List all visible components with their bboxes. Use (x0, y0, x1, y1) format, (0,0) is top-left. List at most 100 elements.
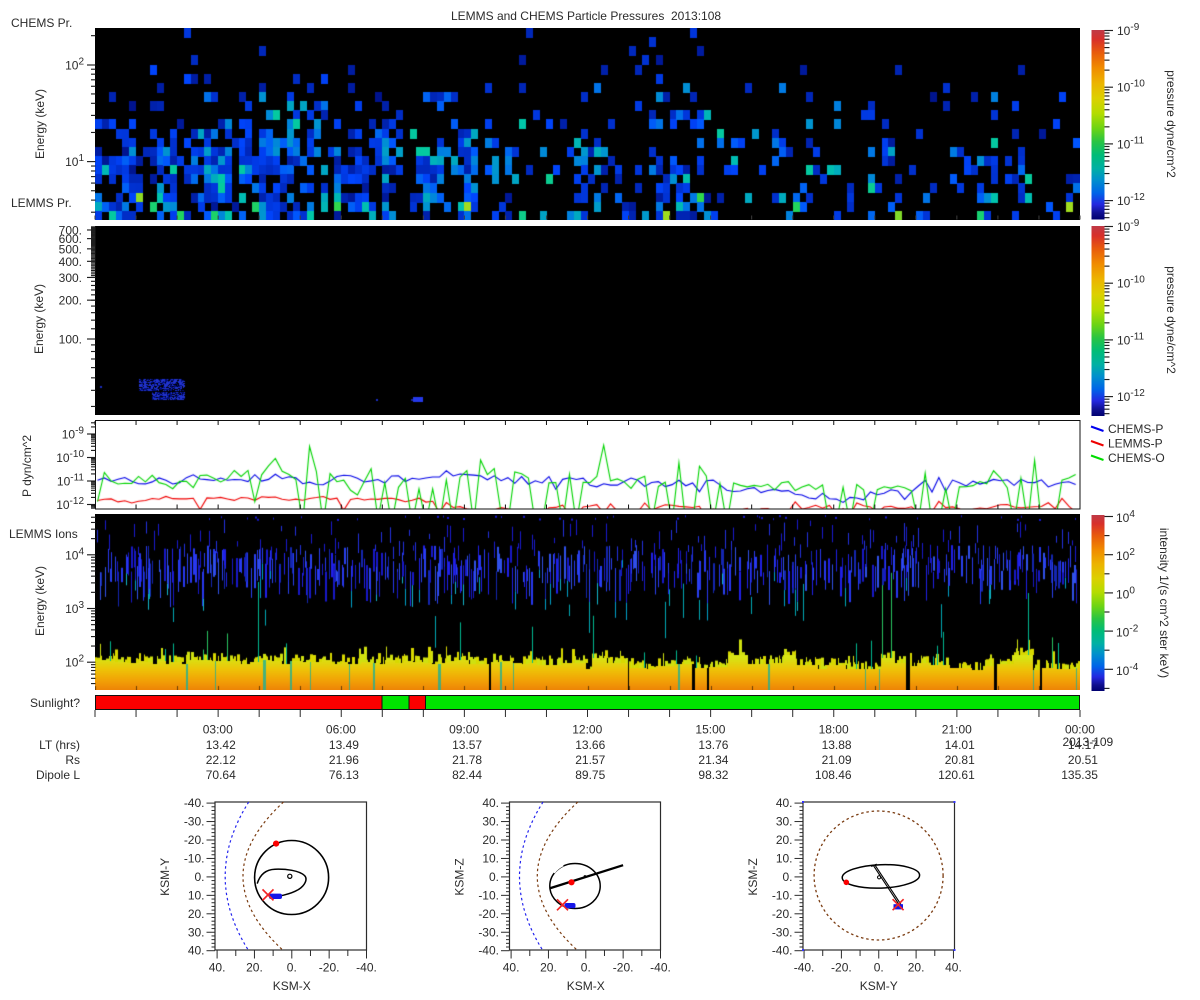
svg-text:P dyn/cm^2: P dyn/cm^2 (20, 435, 34, 497)
svg-text:102: 102 (65, 57, 84, 73)
svg-text:Energy (keV): Energy (keV) (33, 89, 47, 159)
svg-text:Dipole L: Dipole L (36, 768, 80, 782)
svg-text:700.: 700. (59, 223, 82, 237)
svg-text:82.44: 82.44 (452, 768, 482, 782)
svg-text:10-12: 10-12 (56, 496, 84, 512)
svg-text:10-11: 10-11 (1117, 135, 1145, 151)
svg-text:10-2: 10-2 (1116, 624, 1139, 640)
svg-text:10-10: 10-10 (1117, 79, 1145, 95)
svg-text:intensity 1/(s cm^2 ster keV): intensity 1/(s cm^2 ster keV) (1157, 528, 1171, 678)
svg-text:pressure dyne/cm^2: pressure dyne/cm^2 (1164, 70, 1178, 178)
svg-text:21.09: 21.09 (822, 753, 852, 767)
svg-text:40.: 40. (209, 961, 226, 975)
svg-text:-10.: -10. (772, 888, 793, 902)
svg-text:40.: 40. (776, 796, 793, 810)
svg-text:13.42: 13.42 (206, 738, 236, 752)
svg-text:10-12: 10-12 (1117, 388, 1145, 404)
svg-text:KSM-Y: KSM-Y (860, 979, 898, 993)
svg-text:-40.: -40. (356, 961, 377, 975)
svg-text:Rs: Rs (65, 753, 80, 767)
svg-text:LEMMS Pr.: LEMMS Pr. (11, 196, 72, 210)
svg-text:Sunlight?: Sunlight? (30, 696, 80, 710)
svg-text:10-9: 10-9 (1117, 22, 1140, 38)
svg-text:KSM-X: KSM-X (273, 979, 311, 993)
svg-text:0.: 0. (287, 961, 297, 975)
svg-text:98.32: 98.32 (698, 768, 728, 782)
svg-text:10-9: 10-9 (62, 426, 85, 442)
svg-text:15:00: 15:00 (695, 723, 725, 737)
svg-text:Energy (keV): Energy (keV) (32, 284, 46, 354)
svg-text:Energy (keV): Energy (keV) (33, 566, 47, 636)
svg-text:0.: 0. (782, 870, 792, 884)
svg-text:-10.: -10. (184, 851, 205, 865)
svg-text:09:00: 09:00 (449, 723, 479, 737)
svg-text:20.: 20. (482, 833, 499, 847)
svg-text:40.: 40. (503, 961, 520, 975)
svg-text:-30.: -30. (478, 925, 499, 939)
svg-text:101: 101 (65, 153, 84, 169)
svg-text:0.: 0. (874, 961, 884, 975)
svg-text:30.: 30. (776, 815, 793, 829)
svg-text:KSM-Z: KSM-Z (746, 858, 760, 895)
svg-text:CHEMS Pr.: CHEMS Pr. (11, 16, 72, 30)
svg-text:LEMMS Ions: LEMMS Ions (9, 527, 78, 541)
svg-text:103: 103 (65, 600, 84, 616)
svg-text:89.75: 89.75 (575, 768, 605, 782)
svg-text:-20.: -20. (831, 961, 852, 975)
svg-text:-20.: -20. (319, 961, 340, 975)
svg-text:00:00: 00:00 (1065, 723, 1095, 737)
svg-text:135.35: 135.35 (1061, 768, 1098, 782)
svg-text:10.: 10. (776, 851, 793, 865)
svg-text:13.76: 13.76 (698, 738, 728, 752)
svg-text:13.88: 13.88 (822, 738, 852, 752)
svg-text:100: 100 (1116, 585, 1135, 601)
svg-text:18:00: 18:00 (819, 723, 849, 737)
svg-text:22.12: 22.12 (206, 753, 236, 767)
svg-text:CHEMS-O: CHEMS-O (1108, 451, 1165, 465)
svg-text:-40.: -40. (184, 796, 205, 810)
svg-text:03:00: 03:00 (203, 723, 233, 737)
svg-text:40.: 40. (945, 961, 962, 975)
svg-text:200.: 200. (59, 294, 82, 308)
svg-text:-10.: -10. (478, 888, 499, 902)
svg-text:06:00: 06:00 (326, 723, 356, 737)
svg-text:108.46: 108.46 (815, 768, 852, 782)
svg-text:70.64: 70.64 (206, 768, 236, 782)
svg-text:pressure dyne/cm^2: pressure dyne/cm^2 (1164, 266, 1178, 374)
svg-text:KSM-Z: KSM-Z (453, 858, 467, 895)
svg-text:102: 102 (1116, 547, 1135, 563)
svg-text:100.: 100. (59, 333, 82, 347)
svg-text:21.57: 21.57 (575, 753, 605, 767)
svg-text:10-4: 10-4 (1116, 662, 1139, 678)
svg-text:10-10: 10-10 (1117, 275, 1145, 291)
svg-text:20.: 20. (776, 833, 793, 847)
svg-text:10-12: 10-12 (1117, 192, 1145, 208)
svg-text:20.: 20. (188, 907, 205, 921)
svg-text:10-9: 10-9 (1117, 218, 1140, 234)
svg-text:13.66: 13.66 (575, 738, 605, 752)
svg-text:LEMMS and CHEMS Particle Press: LEMMS and CHEMS Particle Pressures 2013:… (451, 9, 721, 23)
svg-text:21:00: 21:00 (942, 723, 972, 737)
svg-text:30.: 30. (188, 925, 205, 939)
svg-text:10.: 10. (482, 851, 499, 865)
svg-text:LT (hrs): LT (hrs) (39, 738, 80, 752)
svg-text:-30.: -30. (772, 925, 793, 939)
svg-text:14.17: 14.17 (1068, 738, 1098, 752)
svg-text:14.01: 14.01 (945, 738, 975, 752)
svg-text:40.: 40. (482, 796, 499, 810)
svg-text:10-11: 10-11 (1117, 331, 1145, 347)
svg-text:30.: 30. (482, 815, 499, 829)
svg-text:0.: 0. (581, 961, 591, 975)
svg-text:0.: 0. (194, 870, 204, 884)
svg-text:300.: 300. (59, 271, 82, 285)
svg-text:-40.: -40. (794, 961, 815, 975)
svg-text:120.61: 120.61 (938, 768, 975, 782)
svg-text:20.: 20. (540, 961, 557, 975)
svg-text:400.: 400. (59, 255, 82, 269)
svg-text:LEMMS-P: LEMMS-P (1108, 437, 1163, 451)
svg-text:20.: 20. (908, 961, 925, 975)
svg-text:CHEMS-P: CHEMS-P (1108, 422, 1163, 436)
svg-text:-30.: -30. (184, 815, 205, 829)
svg-text:40.: 40. (188, 944, 205, 958)
svg-text:-40.: -40. (772, 944, 793, 958)
